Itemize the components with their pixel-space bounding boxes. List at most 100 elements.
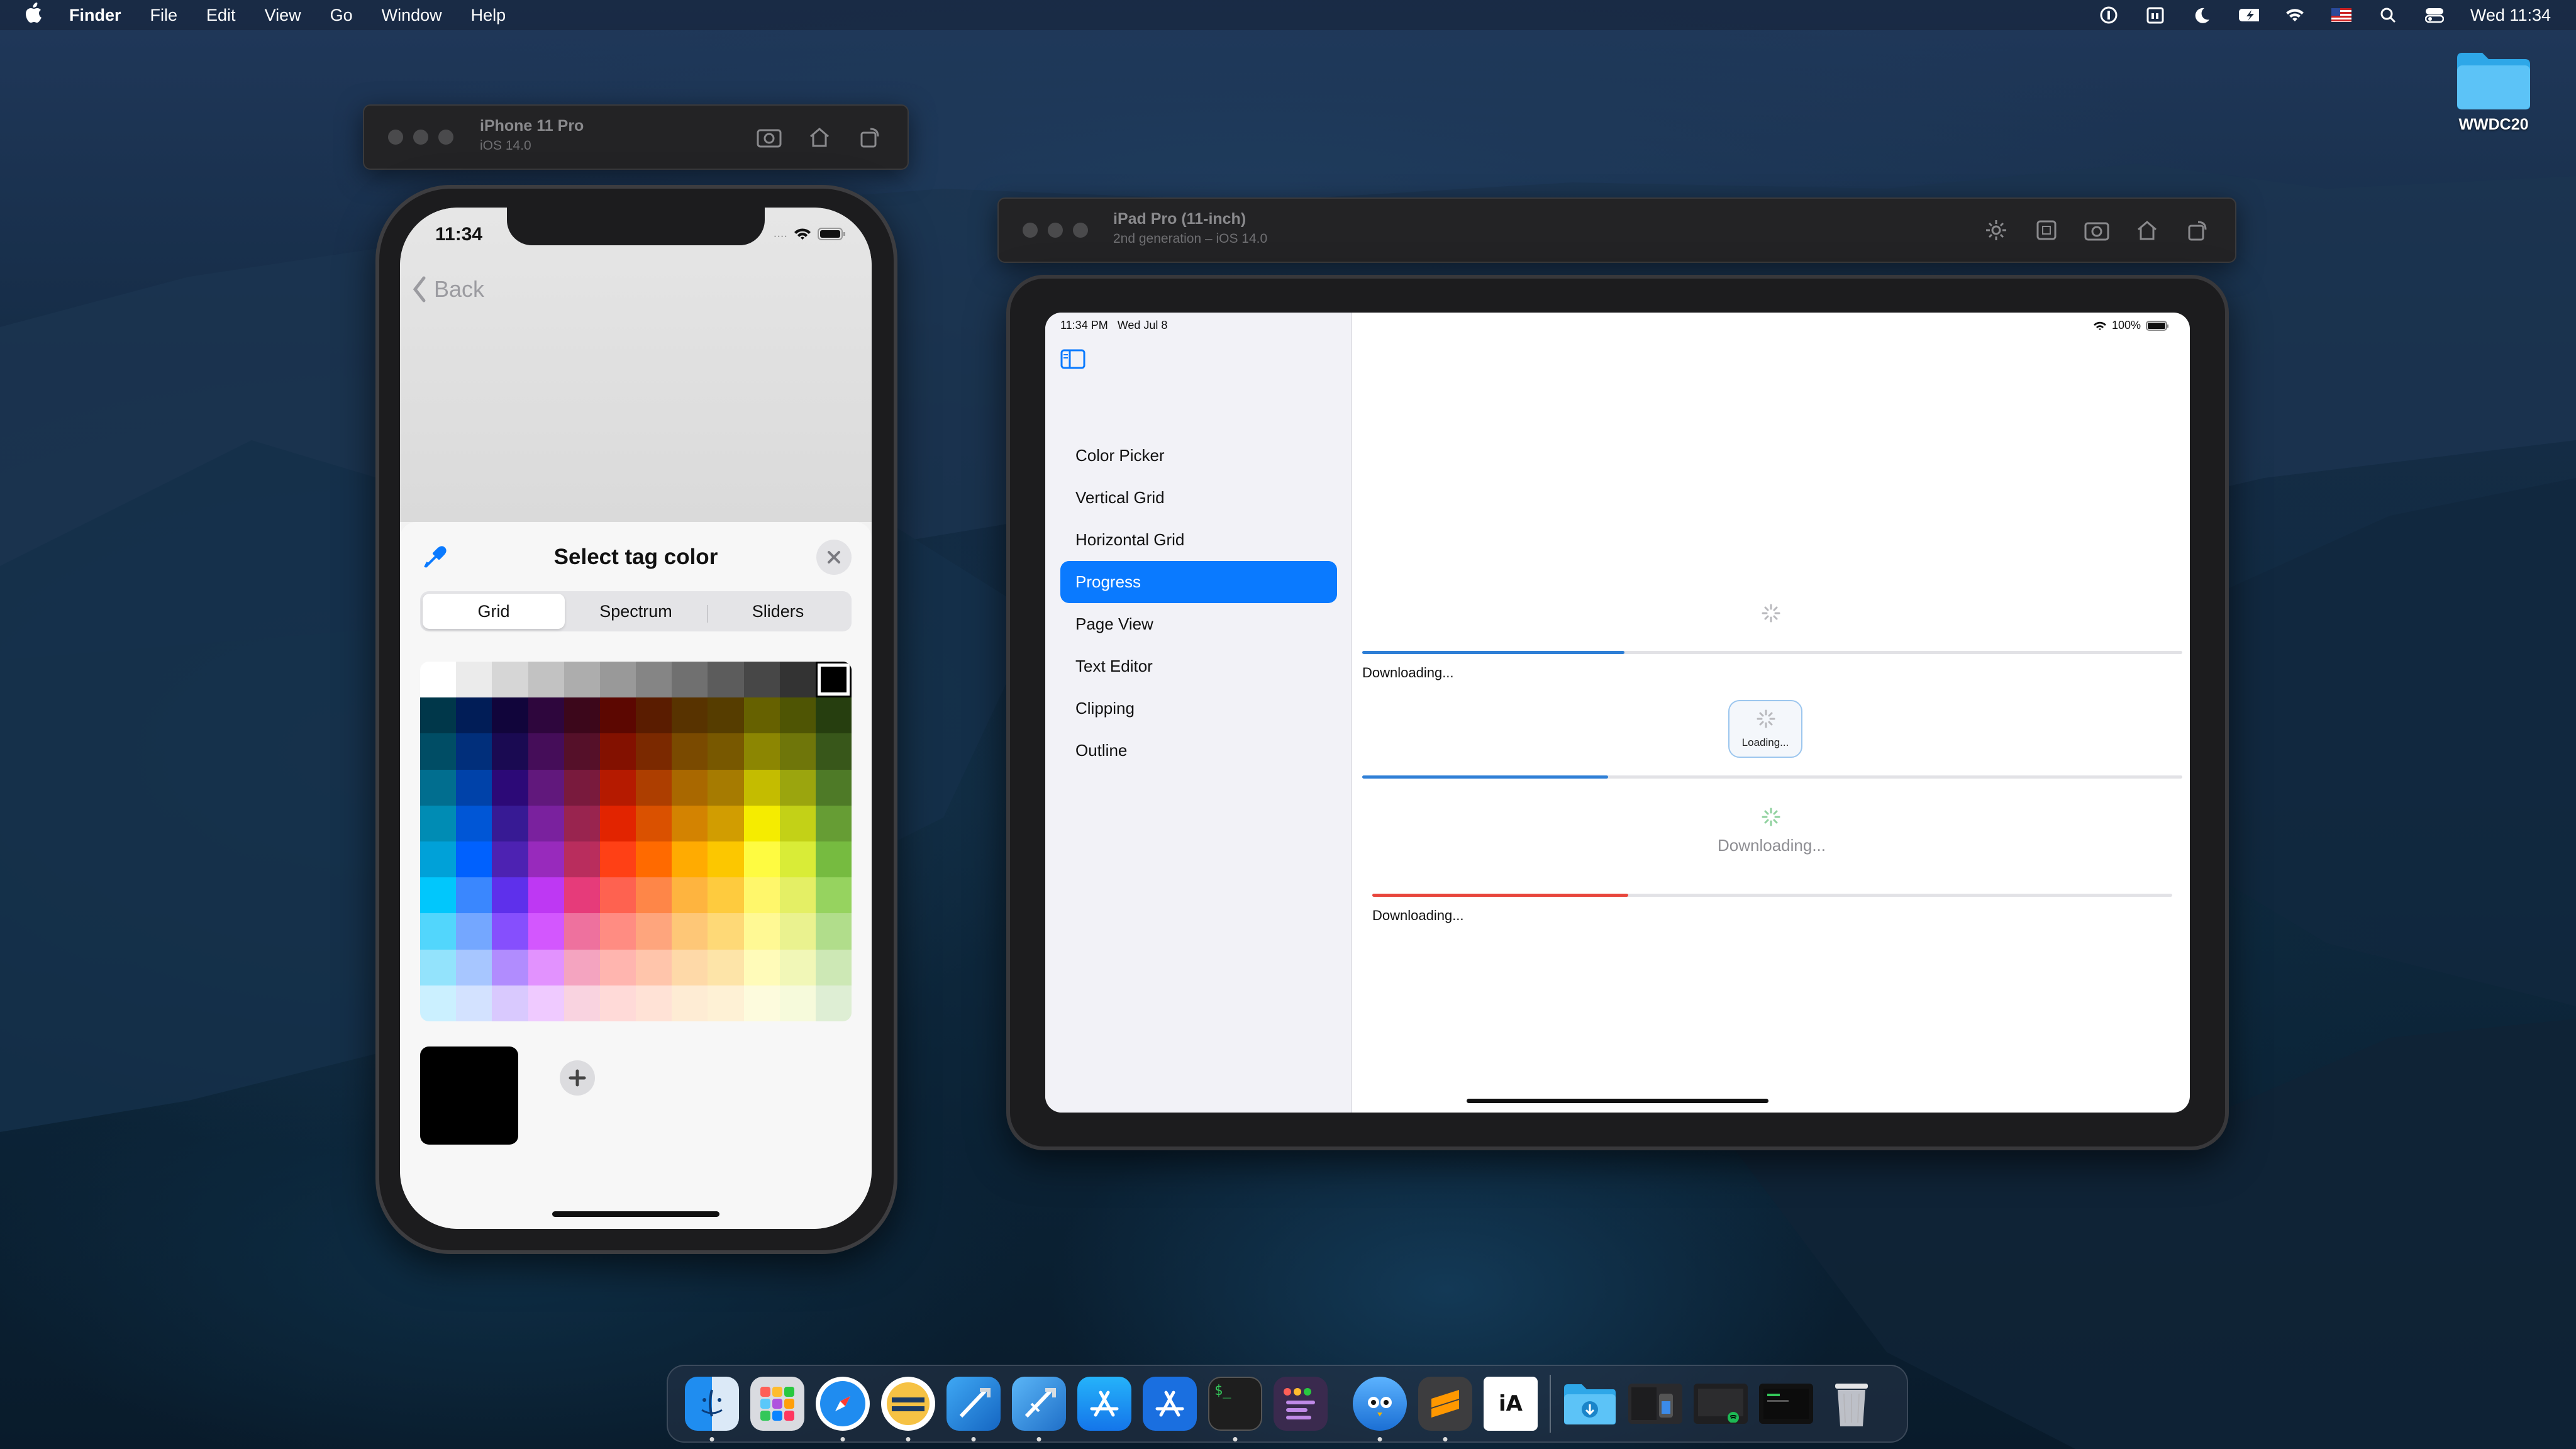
back-button[interactable]: Back [411,275,484,303]
color-swatch-cell[interactable] [743,769,780,806]
color-swatch-cell[interactable] [528,805,564,841]
color-swatch-cell[interactable] [743,733,780,770]
color-swatch-cell[interactable] [456,769,492,806]
color-swatch-cell[interactable] [743,697,780,734]
dock-trash[interactable] [1819,1371,1884,1436]
color-swatch-cell[interactable] [672,913,708,950]
color-swatch-cell[interactable] [456,985,492,1021]
color-swatch-cell[interactable] [779,877,816,914]
home-icon[interactable] [807,125,832,150]
color-swatch-cell[interactable] [708,949,744,985]
dock-safari[interactable] [810,1371,875,1441]
menubar-clock[interactable]: Wed 11:34 [2470,6,2551,25]
segment-grid[interactable]: Grid [423,594,565,629]
brightness-icon[interactable] [1984,218,2009,243]
home-icon[interactable] [2135,218,2160,243]
color-swatch-cell[interactable] [456,662,492,698]
color-swatch-cell[interactable] [492,841,528,878]
color-swatch-cell[interactable] [636,877,672,914]
color-swatch-cell[interactable] [564,985,600,1021]
dock-downloads[interactable] [1557,1371,1623,1436]
color-swatch-cell[interactable] [492,805,528,841]
color-swatch-cell[interactable] [743,805,780,841]
color-swatch-cell[interactable] [779,985,816,1021]
color-swatch-cell[interactable] [815,949,852,985]
color-swatch-cell[interactable] [779,769,816,806]
color-swatch-cell[interactable] [420,913,457,950]
dock-app-10[interactable] [1268,1371,1333,1436]
menu-window[interactable]: Window [382,6,442,25]
color-swatch-cell[interactable] [779,697,816,734]
color-swatch-cell[interactable] [743,662,780,698]
menu-edit[interactable]: Edit [206,6,236,25]
fantastical-icon[interactable] [2145,6,2166,25]
color-swatch-cell[interactable] [779,662,816,698]
color-swatch-cell[interactable] [528,949,564,985]
color-swatch-cell[interactable] [528,769,564,806]
sidebar-item-page-view[interactable]: Page View [1060,603,1337,645]
color-swatch-cell[interactable] [708,877,744,914]
color-swatch-cell[interactable] [599,662,636,698]
color-swatch-cell[interactable] [815,877,852,914]
rotate-icon[interactable] [857,125,882,150]
color-swatch-cell[interactable] [815,769,852,806]
color-swatch-cell[interactable] [636,913,672,950]
color-swatch-cell[interactable] [672,662,708,698]
minimize-window-button[interactable] [1048,223,1063,238]
rotate-icon[interactable] [2185,218,2210,243]
color-swatch-cell[interactable] [708,913,744,950]
color-swatch-cell[interactable] [420,949,457,985]
sidebar-item-color-picker[interactable]: Color Picker [1060,435,1337,477]
color-swatch-cell[interactable] [708,733,744,770]
battery-icon[interactable] [2238,6,2259,25]
sidebar-item-text-editor[interactable]: Text Editor [1060,645,1337,687]
apple-menu-icon[interactable] [25,2,50,28]
color-swatch-cell[interactable] [708,841,744,878]
color-swatch-cell[interactable] [599,805,636,841]
sidebar-item-vertical-grid[interactable]: Vertical Grid [1060,477,1337,519]
color-swatch-cell[interactable] [779,913,816,950]
color-swatch-cell[interactable] [420,841,457,878]
color-swatch-cell[interactable] [492,949,528,985]
color-swatch-cell[interactable] [815,805,852,841]
close-window-button[interactable] [388,130,403,145]
color-swatch-cell[interactable] [456,841,492,878]
keyboard-icon[interactable] [2034,218,2059,243]
color-swatch-cell[interactable] [743,877,780,914]
flag-icon[interactable] [2331,6,2352,25]
menu-go[interactable]: Go [330,6,353,25]
selected-color-swatch[interactable] [420,1046,518,1145]
color-swatch-cell[interactable] [636,805,672,841]
color-swatch-cell[interactable] [528,662,564,698]
iphone-simulator-titlebar[interactable]: iPhone 11 Pro iOS 14.0 [363,104,909,170]
color-swatch-cell[interactable] [672,985,708,1021]
color-swatch-cell[interactable] [708,697,744,734]
color-swatch-cell[interactable] [743,841,780,878]
dock-app-store[interactable] [1072,1371,1137,1436]
dock-xcode-beta[interactable] [1006,1371,1072,1441]
color-swatch-cell[interactable] [672,697,708,734]
color-swatch-cell[interactable] [815,985,852,1021]
color-swatch-cell[interactable] [672,733,708,770]
segment-sliders[interactable]: Sliders [707,594,849,629]
color-swatch-cell[interactable] [779,841,816,878]
color-swatch-cell[interactable] [492,697,528,734]
color-swatch-cell[interactable] [420,769,457,806]
color-swatch-cell[interactable] [779,949,816,985]
color-swatch-cell[interactable] [636,697,672,734]
color-swatch-cell[interactable] [492,733,528,770]
color-swatch-cell[interactable] [672,769,708,806]
color-swatch-cell[interactable] [492,985,528,1021]
color-swatch-cell[interactable] [636,769,672,806]
color-swatch-cell[interactable] [420,805,457,841]
color-swatch-cell[interactable] [636,949,672,985]
dock-tweetbot[interactable] [1347,1371,1413,1441]
control-center-icon[interactable] [2424,6,2445,25]
color-swatch-cell[interactable] [672,841,708,878]
menu-help[interactable]: Help [471,6,506,25]
color-swatch-cell[interactable] [636,733,672,770]
color-swatch-cell[interactable] [599,985,636,1021]
minimize-window-button[interactable] [413,130,428,145]
screenshot-icon[interactable] [2084,218,2109,243]
color-swatch-cell[interactable] [420,697,457,734]
